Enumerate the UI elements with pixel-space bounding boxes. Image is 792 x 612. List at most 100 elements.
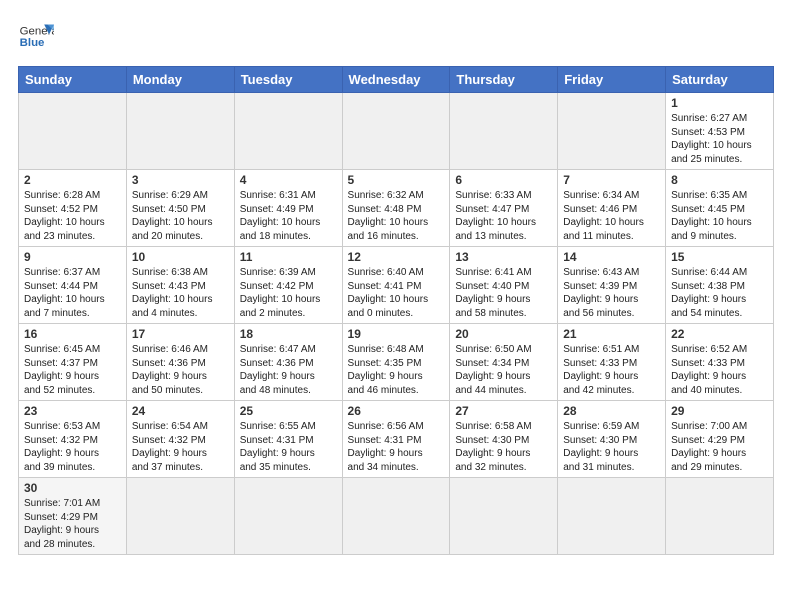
day-number: 2 <box>24 173 121 187</box>
day-number: 23 <box>24 404 121 418</box>
day-number: 12 <box>348 250 445 264</box>
day-info: Sunrise: 7:01 AM Sunset: 4:29 PM Dayligh… <box>24 497 121 551</box>
day-info: Sunrise: 6:40 AM Sunset: 4:41 PM Dayligh… <box>348 266 445 320</box>
day-number: 16 <box>24 327 121 341</box>
calendar-day <box>126 478 234 555</box>
day-info: Sunrise: 6:39 AM Sunset: 4:42 PM Dayligh… <box>240 266 337 320</box>
day-info: Sunrise: 6:51 AM Sunset: 4:33 PM Dayligh… <box>563 343 660 397</box>
calendar-day: 11 Sunrise: 6:39 AM Sunset: 4:42 PM Dayli… <box>234 247 342 324</box>
calendar-day: 5Sunrise: 6:32 AM Sunset: 4:48 PM Daylig… <box>342 170 450 247</box>
day-info: Sunrise: 6:41 AM Sunset: 4:40 PM Dayligh… <box>455 266 552 320</box>
calendar-day: 18Sunrise: 6:47 AM Sunset: 4:36 PM Dayli… <box>234 324 342 401</box>
day-info: Sunrise: 6:45 AM Sunset: 4:37 PM Dayligh… <box>24 343 121 397</box>
day-number: 29 <box>671 404 768 418</box>
calendar-day: 12 Sunrise: 6:40 AM Sunset: 4:41 PM Dayli… <box>342 247 450 324</box>
calendar-week-5: 23 Sunrise: 6:53 AM Sunset: 4:32 PM Dayli… <box>19 401 774 478</box>
col-header-tuesday: Tuesday <box>234 67 342 93</box>
day-info: Sunrise: 6:50 AM Sunset: 4:34 PM Dayligh… <box>455 343 552 397</box>
day-number: 7 <box>563 173 660 187</box>
day-number: 17 <box>132 327 229 341</box>
day-number: 11 <box>240 250 337 264</box>
day-number: 5 <box>348 173 445 187</box>
day-number: 26 <box>348 404 445 418</box>
day-info: Sunrise: 6:58 AM Sunset: 4:30 PM Dayligh… <box>455 420 552 474</box>
calendar-day <box>342 93 450 170</box>
calendar-day: 24 Sunrise: 6:54 AM Sunset: 4:32 PM Dayli… <box>126 401 234 478</box>
calendar-day: 29 Sunrise: 7:00 AM Sunset: 4:29 PM Dayli… <box>666 401 774 478</box>
calendar-day: 25 Sunrise: 6:55 AM Sunset: 4:31 PM Dayli… <box>234 401 342 478</box>
calendar-day: 19Sunrise: 6:48 AM Sunset: 4:35 PM Dayli… <box>342 324 450 401</box>
calendar-week-4: 16 Sunrise: 6:45 AM Sunset: 4:37 PM Dayli… <box>19 324 774 401</box>
calendar-day: 2 Sunrise: 6:28 AM Sunset: 4:52 PM Daylig… <box>19 170 127 247</box>
day-number: 6 <box>455 173 552 187</box>
calendar-day: 8 Sunrise: 6:35 AM Sunset: 4:45 PM Daylig… <box>666 170 774 247</box>
day-info: Sunrise: 7:00 AM Sunset: 4:29 PM Dayligh… <box>671 420 768 474</box>
day-info: Sunrise: 6:37 AM Sunset: 4:44 PM Dayligh… <box>24 266 121 320</box>
day-info: Sunrise: 6:34 AM Sunset: 4:46 PM Dayligh… <box>563 189 660 243</box>
day-number: 9 <box>24 250 121 264</box>
day-number: 27 <box>455 404 552 418</box>
col-header-thursday: Thursday <box>450 67 558 93</box>
day-number: 15 <box>671 250 768 264</box>
calendar-day <box>342 478 450 555</box>
calendar-day: 16 Sunrise: 6:45 AM Sunset: 4:37 PM Dayli… <box>19 324 127 401</box>
calendar-day: 4Sunrise: 6:31 AM Sunset: 4:49 PM Daylig… <box>234 170 342 247</box>
day-info: Sunrise: 6:53 AM Sunset: 4:32 PM Dayligh… <box>24 420 121 474</box>
calendar-day: 27 Sunrise: 6:58 AM Sunset: 4:30 PM Dayli… <box>450 401 558 478</box>
day-info: Sunrise: 6:27 AM Sunset: 4:53 PM Dayligh… <box>671 112 768 166</box>
day-info: Sunrise: 6:35 AM Sunset: 4:45 PM Dayligh… <box>671 189 768 243</box>
calendar-week-3: 9 Sunrise: 6:37 AM Sunset: 4:44 PM Daylig… <box>19 247 774 324</box>
day-number: 28 <box>563 404 660 418</box>
calendar-day: 13Sunrise: 6:41 AM Sunset: 4:40 PM Dayli… <box>450 247 558 324</box>
day-info: Sunrise: 6:55 AM Sunset: 4:31 PM Dayligh… <box>240 420 337 474</box>
day-info: Sunrise: 6:59 AM Sunset: 4:30 PM Dayligh… <box>563 420 660 474</box>
col-header-saturday: Saturday <box>666 67 774 93</box>
day-number: 10 <box>132 250 229 264</box>
day-number: 21 <box>563 327 660 341</box>
calendar-day: 9 Sunrise: 6:37 AM Sunset: 4:44 PM Daylig… <box>19 247 127 324</box>
calendar-day <box>234 478 342 555</box>
calendar-day: 14Sunrise: 6:43 AM Sunset: 4:39 PM Dayli… <box>558 247 666 324</box>
calendar-day: 26 Sunrise: 6:56 AM Sunset: 4:31 PM Dayli… <box>342 401 450 478</box>
day-info: Sunrise: 6:56 AM Sunset: 4:31 PM Dayligh… <box>348 420 445 474</box>
calendar-day: 17 Sunrise: 6:46 AM Sunset: 4:36 PM Dayli… <box>126 324 234 401</box>
calendar-day: 10Sunrise: 6:38 AM Sunset: 4:43 PM Dayli… <box>126 247 234 324</box>
day-number: 30 <box>24 481 121 495</box>
day-info: Sunrise: 6:31 AM Sunset: 4:49 PM Dayligh… <box>240 189 337 243</box>
day-number: 1 <box>671 96 768 110</box>
calendar-day <box>19 93 127 170</box>
day-info: Sunrise: 6:28 AM Sunset: 4:52 PM Dayligh… <box>24 189 121 243</box>
calendar-week-6: 30 Sunrise: 7:01 AM Sunset: 4:29 PM Dayli… <box>19 478 774 555</box>
calendar-day <box>450 93 558 170</box>
day-info: Sunrise: 6:46 AM Sunset: 4:36 PM Dayligh… <box>132 343 229 397</box>
generalblue-logo-icon: General Blue <box>18 18 54 54</box>
calendar-day <box>666 478 774 555</box>
col-header-friday: Friday <box>558 67 666 93</box>
day-info: Sunrise: 6:43 AM Sunset: 4:39 PM Dayligh… <box>563 266 660 320</box>
day-info: Sunrise: 6:52 AM Sunset: 4:33 PM Dayligh… <box>671 343 768 397</box>
day-number: 8 <box>671 173 768 187</box>
day-number: 20 <box>455 327 552 341</box>
calendar-day: 21 Sunrise: 6:51 AM Sunset: 4:33 PM Dayli… <box>558 324 666 401</box>
day-number: 25 <box>240 404 337 418</box>
calendar-day <box>126 93 234 170</box>
calendar-day: 1 Sunrise: 6:27 AM Sunset: 4:53 PM Daylig… <box>666 93 774 170</box>
calendar-day: 20 Sunrise: 6:50 AM Sunset: 4:34 PM Dayli… <box>450 324 558 401</box>
calendar-day: 3Sunrise: 6:29 AM Sunset: 4:50 PM Daylig… <box>126 170 234 247</box>
calendar-week-2: 2 Sunrise: 6:28 AM Sunset: 4:52 PM Daylig… <box>19 170 774 247</box>
col-header-sunday: Sunday <box>19 67 127 93</box>
day-info: Sunrise: 6:54 AM Sunset: 4:32 PM Dayligh… <box>132 420 229 474</box>
calendar-header-row: SundayMondayTuesdayWednesdayThursdayFrid… <box>19 67 774 93</box>
day-info: Sunrise: 6:29 AM Sunset: 4:50 PM Dayligh… <box>132 189 229 243</box>
col-header-monday: Monday <box>126 67 234 93</box>
page: General Blue SundayMondayTuesdayWednesda… <box>0 0 792 612</box>
day-info: Sunrise: 6:44 AM Sunset: 4:38 PM Dayligh… <box>671 266 768 320</box>
calendar-day: 23 Sunrise: 6:53 AM Sunset: 4:32 PM Dayli… <box>19 401 127 478</box>
calendar-day: 28 Sunrise: 6:59 AM Sunset: 4:30 PM Dayli… <box>558 401 666 478</box>
calendar-day: 30 Sunrise: 7:01 AM Sunset: 4:29 PM Dayli… <box>19 478 127 555</box>
calendar-day: 6Sunrise: 6:33 AM Sunset: 4:47 PM Daylig… <box>450 170 558 247</box>
calendar-day <box>558 478 666 555</box>
day-number: 22 <box>671 327 768 341</box>
day-number: 24 <box>132 404 229 418</box>
day-info: Sunrise: 6:48 AM Sunset: 4:35 PM Dayligh… <box>348 343 445 397</box>
